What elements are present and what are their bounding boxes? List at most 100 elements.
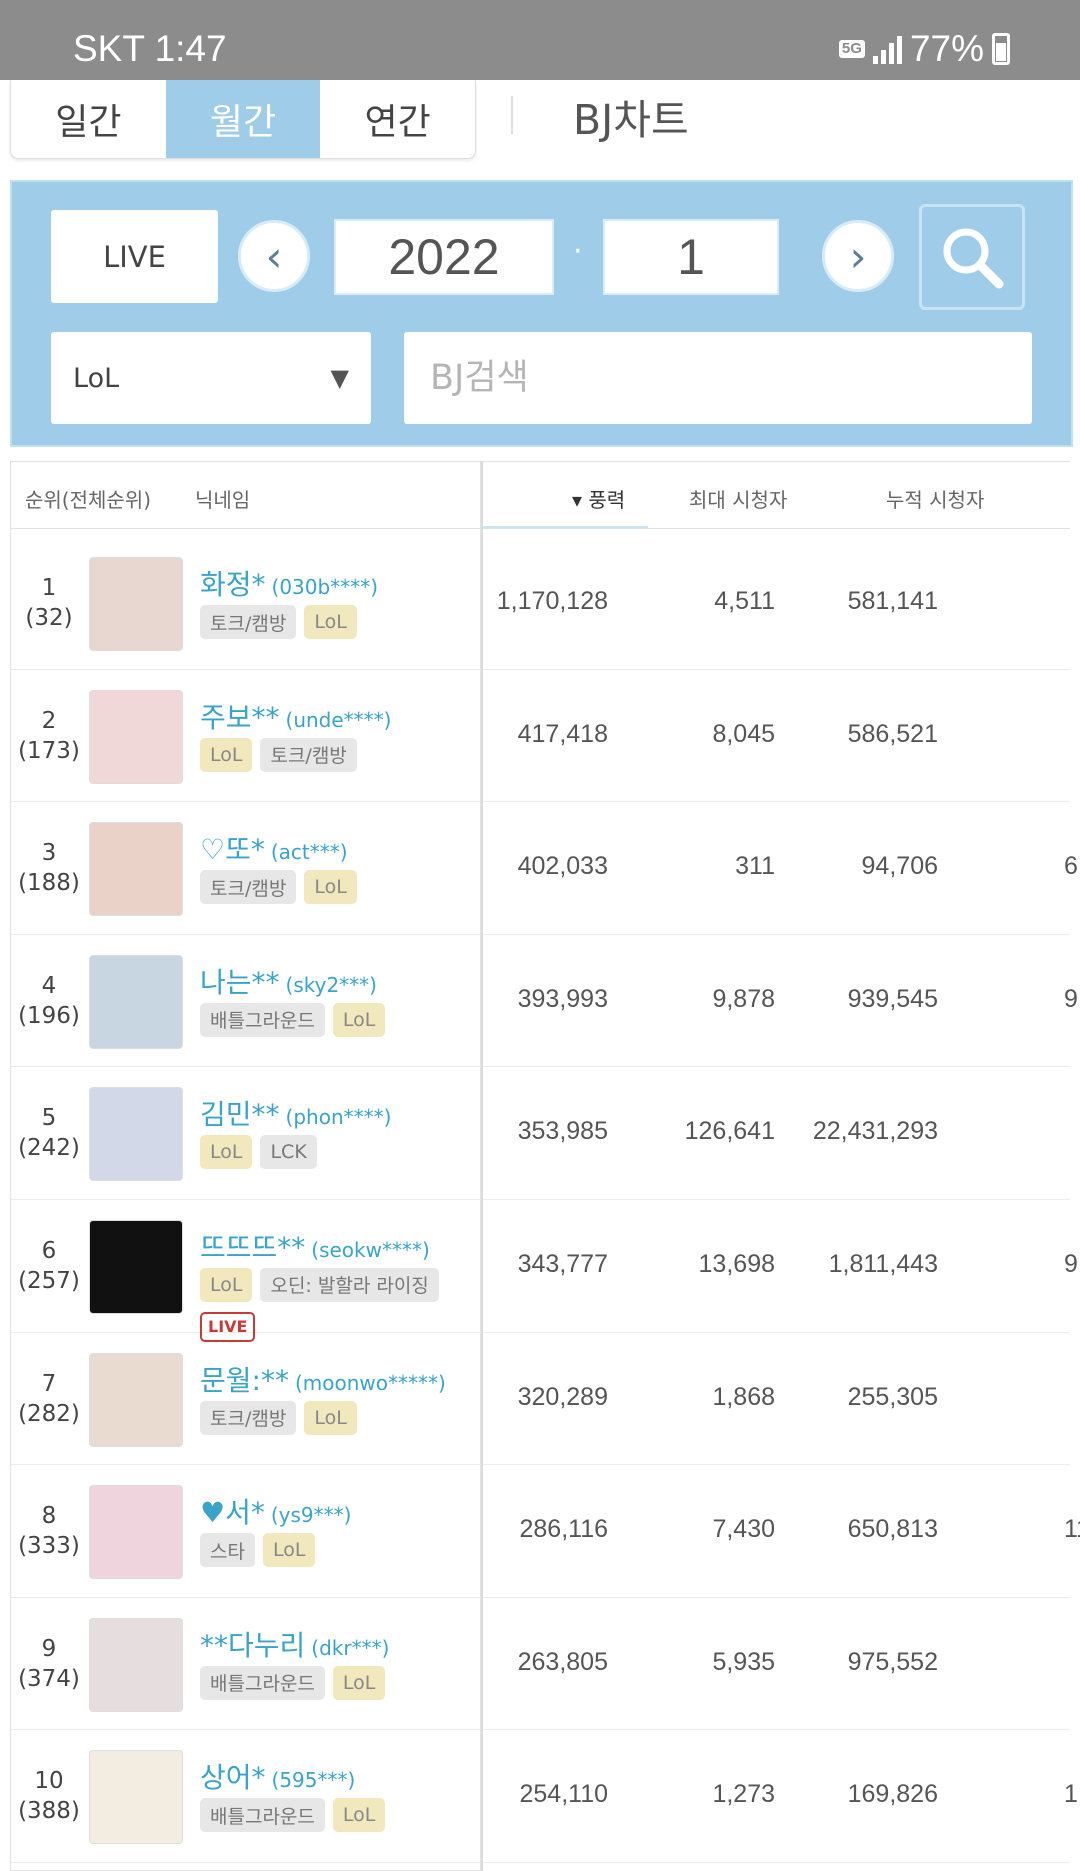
sort-indicator	[483, 526, 648, 529]
category-tag[interactable]: LoL	[332, 1798, 386, 1833]
category-tag[interactable]: LoL	[200, 1267, 253, 1302]
nickname-line[interactable]: 뜨뜨뜨** (seokw****)	[200, 1226, 430, 1266]
year-field[interactable]: 2022	[334, 219, 554, 295]
avatar[interactable]	[89, 1352, 183, 1447]
category-tag[interactable]: LoL	[304, 1400, 357, 1435]
table-row-values: 393,993 9,878 939,545 9	[483, 935, 1078, 1068]
table-row-values: 417,418 8,045 586,521	[483, 670, 1070, 803]
status-bar: SKT 1:47 5G 77%	[0, 0, 1080, 80]
rank-number: 6	[41, 1237, 57, 1264]
category-tag[interactable]: 오딘: 발할라 라이징	[260, 1267, 439, 1302]
table-row[interactable]: 5 (242) 김민** (phon****) LoL LCK	[11, 1067, 480, 1200]
tab-daily[interactable]: 일간	[11, 80, 166, 158]
table-row[interactable]: 7 (282) 문월:** (moonwo*****) 토크/캠방 LoL	[11, 1333, 480, 1466]
rank-cell: 4 (196)	[11, 971, 87, 1031]
category-tag[interactable]: 배틀그라운드	[200, 1002, 325, 1037]
tag-list: LoL 토크/캠방	[200, 737, 470, 772]
bj-search-input[interactable]	[404, 332, 1032, 424]
next-column-value: 1	[1064, 1780, 1078, 1809]
nickname-line[interactable]: 주보** (unde****)	[200, 696, 392, 736]
power-value: 402,033	[517, 852, 608, 881]
nickname-line[interactable]: 화정* (030b****)	[200, 563, 378, 603]
category-tag[interactable]: 토크/캠방	[200, 1400, 297, 1435]
category-tag[interactable]: 스타	[200, 1533, 255, 1568]
prev-month-button[interactable]: ‹	[238, 220, 310, 292]
table-row[interactable]: 6 (257) 뜨뜨뜨** (seokw****) LoL 오딘: 발할라 라이징 L…	[11, 1200, 480, 1342]
avatar[interactable]	[89, 1087, 183, 1182]
bj-chart-link[interactable]: BJ차트	[573, 86, 689, 146]
category-tag[interactable]: LoL	[262, 1533, 316, 1568]
tag-list: 토크/캠방 LoL	[200, 1400, 470, 1435]
avatar[interactable]	[89, 1617, 183, 1712]
avatar[interactable]	[89, 1750, 183, 1845]
rank-cell: 8 (333)	[11, 1501, 87, 1561]
next-column-value: 6	[1064, 852, 1078, 881]
table-row[interactable]: 8 (333) ♥서* (ys9***) 스타 LoL	[11, 1465, 480, 1598]
search-button[interactable]	[919, 204, 1025, 310]
header-max-viewers[interactable]: 최대 시청자	[689, 484, 787, 513]
table-row[interactable]: 10 (388) 상어* (595***) 배틀그라운드 LoL	[11, 1730, 480, 1863]
tab-monthly[interactable]: 월간	[165, 80, 321, 158]
category-tag[interactable]: 토크/캠방	[200, 870, 297, 905]
category-select[interactable]: LoL ▼	[51, 332, 371, 424]
category-tag[interactable]: LoL	[200, 737, 253, 772]
rank-cell: 1 (32)	[11, 573, 87, 633]
nickname-line[interactable]: 문월:** (moonwo*****)	[200, 1359, 446, 1399]
category-tag[interactable]: 토크/캠방	[200, 605, 297, 639]
category-tag[interactable]: LoL	[332, 1665, 386, 1700]
battery-icon	[992, 33, 1010, 65]
nickname-line[interactable]: ♥서* (ys9***)	[200, 1491, 351, 1531]
avatar[interactable]	[89, 1485, 183, 1580]
date-separator: ·	[573, 234, 583, 269]
table-row-values: 286,116 7,430 650,813 11	[483, 1465, 1080, 1598]
avatar[interactable]	[89, 822, 183, 917]
table-row[interactable]: 2 (173) 주보** (unde****) LoL 토크/캠방	[11, 670, 480, 803]
nickname-line[interactable]: 김민** (phon****)	[200, 1093, 391, 1133]
category-tag[interactable]: 배틀그라운드	[200, 1665, 325, 1700]
avatar[interactable]	[89, 557, 183, 651]
nickname-line[interactable]: 나는** (sky2***)	[200, 961, 377, 1001]
table-header-left: 순위(전체순위) 닉네임	[11, 461, 480, 529]
period-tabs: 일간 월간 연간	[10, 80, 476, 159]
next-month-button[interactable]: ›	[822, 220, 894, 292]
category-tag[interactable]: LoL	[200, 1135, 253, 1170]
header-power[interactable]: ▾ 풍력	[572, 484, 625, 513]
nickname: 문월:**	[200, 1363, 289, 1397]
next-column-value: 11	[1064, 1515, 1080, 1544]
nickname-line[interactable]: **다누리 (dkr***)	[200, 1624, 389, 1664]
table-row[interactable]: 4 (196) 나는** (sky2***) 배틀그라운드 LoL	[11, 935, 480, 1068]
max-viewers-value: 9,878	[712, 984, 775, 1013]
header-total-viewers[interactable]: 누적 시청자	[886, 484, 984, 513]
next-column-value: 9	[1064, 1249, 1078, 1278]
avatar[interactable]	[89, 1219, 183, 1314]
table-row-values: 320,289 1,868 255,305	[483, 1333, 1070, 1466]
table-header-right: ▾ 풍력 최대 시청자 누적 시청자	[483, 461, 1070, 529]
table-row[interactable]: 9 (374) **다누리 (dkr***) 배틀그라운드 LoL	[11, 1598, 480, 1731]
category-tag[interactable]: LoL	[304, 870, 357, 905]
total-viewers-value: 1,811,443	[828, 1249, 938, 1278]
avatar[interactable]	[89, 954, 183, 1049]
overall-rank: (374)	[18, 1665, 80, 1692]
search-icon	[943, 228, 1004, 289]
category-tag[interactable]: 배틀그라운드	[200, 1798, 325, 1833]
nickname-line[interactable]: ♡또* (act***)	[200, 828, 348, 868]
live-button[interactable]: LIVE	[51, 210, 218, 303]
tab-yearly[interactable]: 연간	[320, 80, 475, 158]
ranking-values: 1,170,128 4,511 581,141 417,418 8,045 58…	[483, 537, 1080, 1863]
header-nickname[interactable]: 닉네임	[195, 484, 250, 513]
header-rank[interactable]: 순위(전체순위)	[25, 484, 151, 513]
category-tag[interactable]: LoL	[304, 605, 357, 639]
table-row[interactable]: 3 (188) ♡또* (act***) 토크/캠방 LoL	[11, 802, 480, 935]
max-viewers-value: 7,430	[712, 1515, 775, 1544]
rank-cell: 2 (173)	[11, 706, 87, 766]
category-tag[interactable]: 토크/캠방	[260, 737, 357, 772]
nickname-line[interactable]: 상어* (595***)	[200, 1756, 355, 1796]
rank-cell: 6 (257)	[11, 1236, 87, 1296]
table-row[interactable]: 1 (32) 화정* (030b****) 토크/캠방 LoL	[11, 537, 480, 670]
avatar[interactable]	[89, 689, 183, 784]
category-tag[interactable]: LoL	[332, 1002, 386, 1037]
month-field[interactable]: 1	[603, 219, 779, 295]
power-value: 286,116	[519, 1515, 608, 1544]
category-tag[interactable]: LCK	[260, 1135, 317, 1170]
nickname: 상어*	[200, 1761, 266, 1795]
